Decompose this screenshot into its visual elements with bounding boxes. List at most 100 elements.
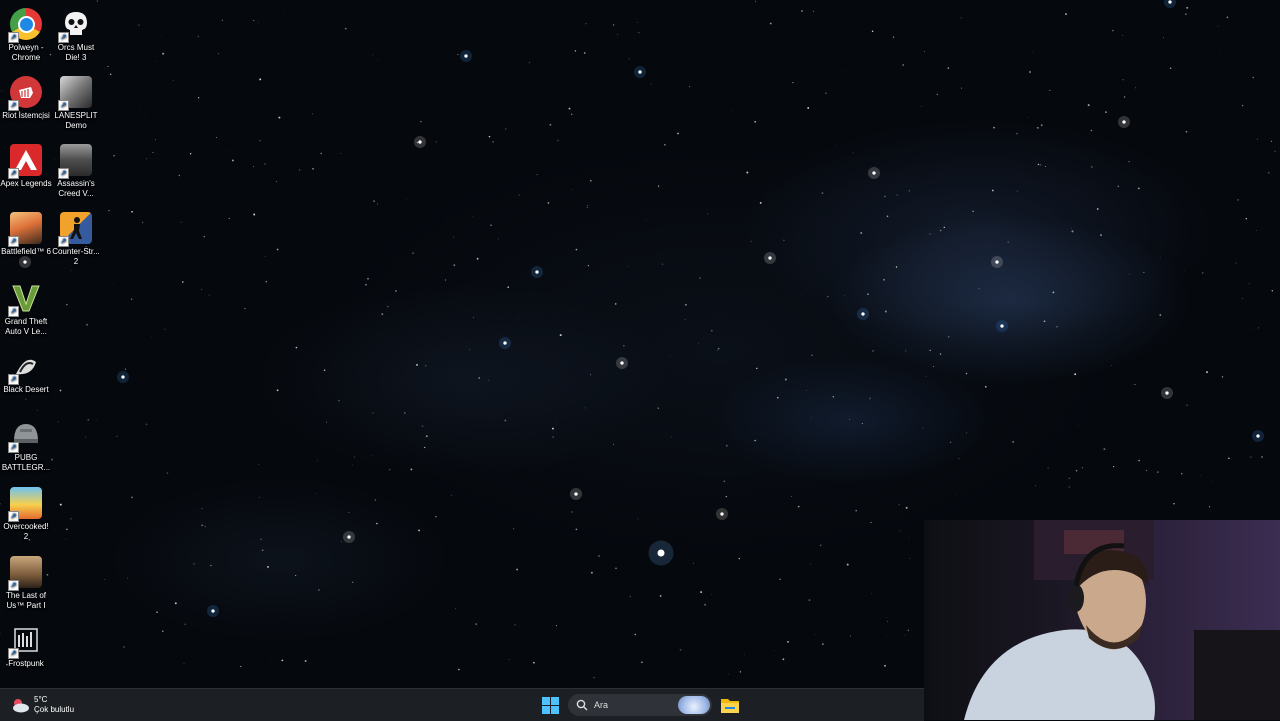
star [827, 296, 828, 297]
star [505, 128, 506, 129]
desktop-icon-battlefield[interactable]: ↗ Battlefield™ 6 [0, 208, 52, 274]
assassins-creed-icon: ↗ [60, 144, 92, 176]
star [634, 634, 635, 635]
bright-star [658, 550, 665, 557]
star [887, 617, 888, 618]
weather-temperature: 5°C [34, 695, 74, 705]
desktop-icon-chrome[interactable]: ↗ Polweyn - Chrome [0, 4, 52, 70]
star [277, 249, 279, 251]
star [670, 355, 671, 356]
bright-star [720, 512, 723, 515]
star [754, 121, 756, 123]
star [689, 86, 690, 87]
bright-star [574, 492, 577, 495]
star [897, 195, 898, 196]
star [1016, 133, 1017, 134]
star [155, 139, 156, 140]
star [264, 163, 266, 165]
star [492, 141, 493, 142]
star [162, 53, 164, 55]
desktop-icon-label: PUBG BATTLEGR... [2, 453, 50, 472]
star [633, 84, 634, 85]
desktop-icon-riot[interactable]: ↗ Riot İstemcisi [0, 72, 52, 138]
star [445, 279, 446, 280]
star [125, 369, 126, 370]
star [948, 67, 949, 68]
star [575, 50, 576, 51]
star [216, 137, 217, 138]
star [1068, 486, 1070, 488]
star [576, 249, 578, 251]
star [451, 495, 452, 496]
star [870, 522, 871, 523]
star [505, 420, 507, 422]
start-button[interactable] [542, 697, 559, 714]
star [395, 290, 396, 291]
star [321, 153, 322, 154]
star [259, 497, 260, 498]
star [726, 496, 727, 497]
file-explorer-icon [721, 697, 739, 713]
star [324, 369, 326, 371]
star [373, 200, 375, 202]
search-highlight-image[interactable] [678, 696, 710, 714]
star [896, 266, 897, 267]
star [638, 519, 639, 520]
desktop-icon-orcs[interactable]: ↗ Orcs Must Die! 3 [50, 4, 102, 70]
star [744, 654, 745, 655]
star [921, 106, 922, 107]
star [1135, 384, 1136, 385]
star [201, 289, 202, 290]
star [478, 377, 480, 379]
desktop-icon-overcooked[interactable]: ↗ Overcooked! 2 [0, 483, 52, 549]
bright-star [418, 140, 421, 143]
star [315, 493, 316, 494]
weather-widget[interactable]: 5°C Çok bulutlu [10, 692, 74, 718]
star [615, 567, 617, 569]
desktop-icon-label: Riot İstemcisi [2, 111, 50, 120]
star [637, 22, 638, 23]
desktop-icon-gta[interactable]: ↗ Grand Theft Auto V Le... [0, 278, 52, 344]
star [190, 153, 191, 154]
desktop-icon-blackdesert[interactable]: ↗ Black Desert [0, 346, 52, 412]
star [1035, 485, 1036, 486]
star [537, 174, 538, 175]
desktop-icon-cs2[interactable]: ↗ Counter-Str... 2 [50, 208, 102, 274]
star [726, 445, 728, 447]
star [887, 216, 889, 218]
star [377, 60, 378, 61]
star [629, 596, 631, 598]
overcooked-icon: ↗ [10, 487, 42, 519]
star [617, 34, 618, 35]
file-explorer-button[interactable] [721, 697, 739, 713]
star [278, 117, 280, 119]
desktop-icon-lanesplit[interactable]: ↗ LANESPLIT Demo [50, 72, 102, 138]
star [387, 306, 389, 308]
star [638, 32, 639, 33]
star [1258, 327, 1259, 328]
star [1237, 199, 1239, 201]
star [1072, 230, 1074, 232]
taskbar-search[interactable]: Ara [568, 694, 712, 716]
desktop-icon-apex[interactable]: ↗ Apex Legends [0, 140, 52, 206]
star [658, 407, 659, 408]
star [787, 641, 789, 643]
desktop-icon-lastofus[interactable]: ↗ The Last of Us™ Part I [0, 552, 52, 618]
star [458, 669, 460, 671]
star [175, 602, 177, 604]
star [1012, 441, 1013, 442]
star [756, 368, 758, 370]
star [549, 124, 551, 126]
star [1129, 161, 1130, 162]
desktop-icon-frostpunk[interactable]: ↗ Frostpunk [0, 620, 52, 686]
desktop-icon-pubg[interactable]: ↗ PUBG BATTLEGR... [0, 414, 52, 480]
star [1124, 96, 1125, 97]
star [979, 288, 980, 289]
star [372, 455, 373, 456]
star [1202, 272, 1204, 274]
star [66, 529, 68, 531]
star [1008, 242, 1009, 243]
star [253, 214, 255, 216]
desktop-icon-assassin[interactable]: ↗ Assassin's Creed V... [50, 140, 102, 206]
star [116, 436, 117, 437]
